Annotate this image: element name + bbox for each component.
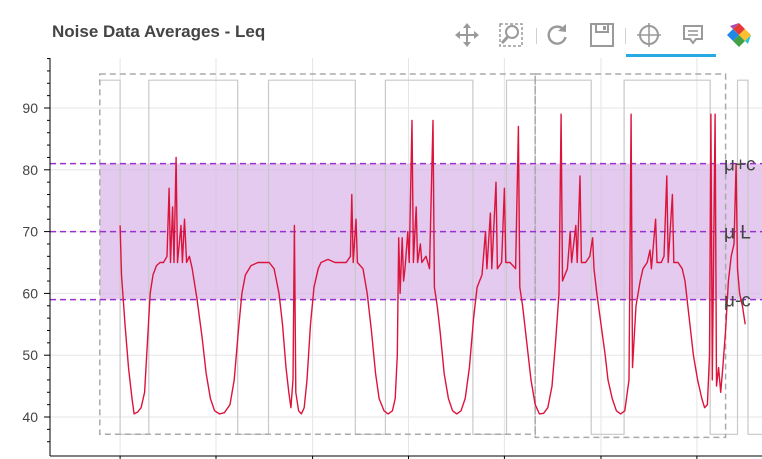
y-tick-label: 80 xyxy=(22,162,38,178)
reference-line-label: μ+c xyxy=(724,155,756,176)
y-tick-label: 70 xyxy=(22,224,38,240)
y-tick-label: 40 xyxy=(22,409,38,425)
reference-line-label: μ-c xyxy=(724,291,751,312)
y-tick-label: 90 xyxy=(22,100,38,116)
reference-line-label: μ L xyxy=(724,223,751,244)
plot-area[interactable]: μ+c μ L μ-c 40 50 60 70 80 90 xyxy=(0,0,762,459)
y-tick-label: 50 xyxy=(22,347,38,363)
y-tick-label: 60 xyxy=(22,285,38,301)
